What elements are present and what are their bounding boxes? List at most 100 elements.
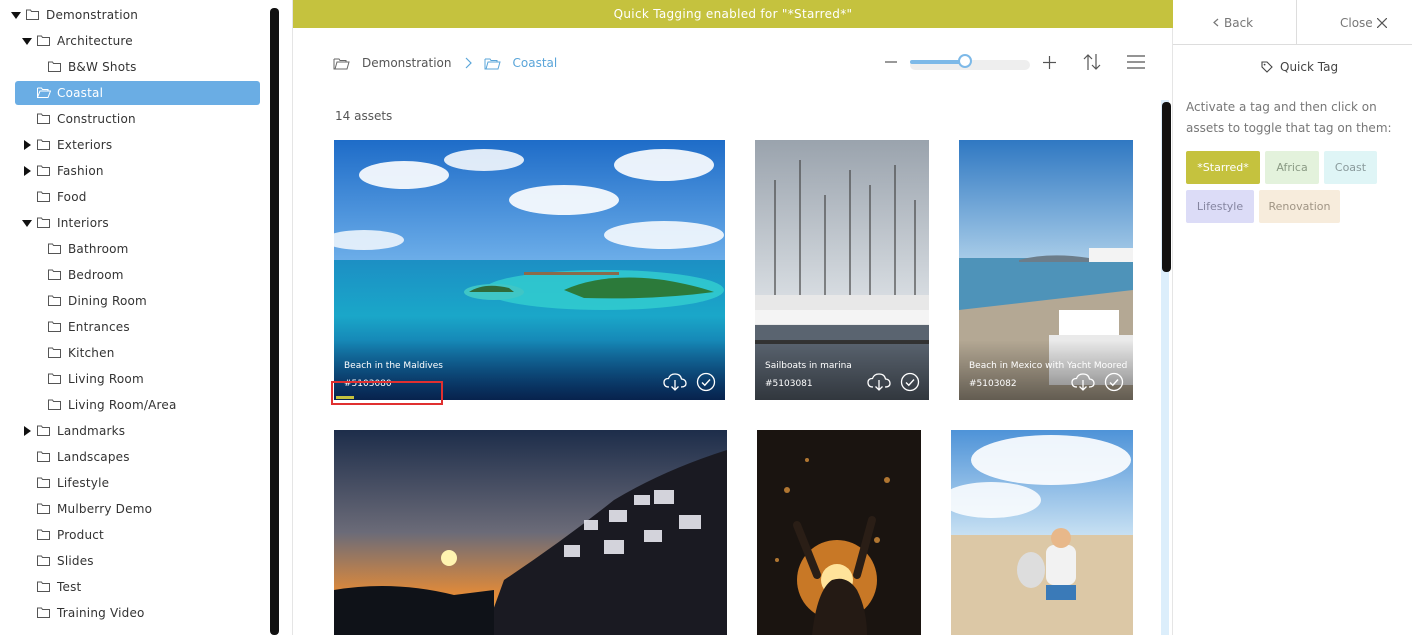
folder-tree-item[interactable]: Coastal [15,81,260,105]
folder-tree-item[interactable]: Test [21,575,260,599]
asset-card[interactable]: Beach in Mexico with Yacht Moored #510308… [959,140,1133,400]
folder-tree-item[interactable]: Entrances [32,315,260,339]
folder-tree-label: Landscapes [57,450,130,464]
folder-tree-label: Living Room/Area [68,398,177,412]
folder-tree-item[interactable]: Product [21,523,260,547]
folder-tree-item[interactable]: B&W Shots [32,55,260,79]
folder-tree-label: Slides [57,554,94,568]
chevron-right-icon [464,57,472,69]
folder-tree-label: Architecture [57,34,133,48]
tag-chip[interactable]: Africa [1265,151,1319,184]
zoom-slider-fill [910,60,966,64]
folder-tree-label: Lifestyle [57,476,110,490]
caret-down-icon[interactable] [21,219,33,227]
asset-title: Beach in Mexico with Yacht Moored [969,361,1128,371]
caret-right-icon[interactable] [21,166,33,176]
folder-icon [48,373,62,385]
folder-tree-item[interactable]: Training Video [21,601,260,625]
tag-chip[interactable]: Renovation [1259,190,1340,223]
folder-tree-item[interactable]: Construction [21,107,260,131]
folder-tree-item[interactable]: Kitchen [32,341,260,365]
folder-tree-item[interactable]: Living Room/Area [32,393,260,417]
folder-tree-item[interactable]: Mulberry Demo [21,497,260,521]
caret-right-icon[interactable] [21,140,33,150]
select-check-icon[interactable] [1102,372,1126,392]
sort-icon [1083,53,1101,71]
folder-icon [37,139,51,151]
folder-tree-label: Interiors [57,216,109,230]
folder-tree-item[interactable]: Demonstration [10,3,260,27]
zoom-slider[interactable] [910,54,1030,70]
folder-tree-item[interactable]: Lifestyle [21,471,260,495]
folder-icon [26,9,40,21]
folder-icon [37,451,51,463]
close-button[interactable]: Close [1298,0,1412,45]
menu-button[interactable] [1124,50,1148,74]
caret-down-icon[interactable] [21,37,33,45]
select-check-icon[interactable] [694,372,718,392]
tag-chip[interactable]: Coast [1324,151,1377,184]
caret-down-icon[interactable] [10,11,22,19]
asset-card[interactable]: Beach in the Maldives #5103080 [334,140,725,400]
tag-chip[interactable]: Lifestyle [1186,190,1254,223]
grid-toolbar [880,50,1148,74]
folder-tree-item[interactable]: Architecture [21,29,260,53]
folder-tree-item[interactable]: Landmarks [21,419,260,443]
download-icon[interactable] [867,372,891,392]
asset-card[interactable]: Sailboats in marina #5103081 [755,140,929,400]
folder-icon [37,477,51,489]
quick-tag-description: Activate a tag and then click on assets … [1186,100,1392,135]
folder-tree-label: Kitchen [68,346,115,360]
caret-right-icon[interactable] [21,426,33,436]
asset-thumbnail [757,430,921,635]
quick-tag-title-text: Quick Tag [1280,60,1339,74]
folder-tree-label: Training Video [57,606,145,620]
asset-card[interactable] [334,430,727,635]
folder-open-icon [37,87,51,99]
folder-tree-label: B&W Shots [68,60,137,74]
close-icon [1376,17,1387,28]
panel-header: Back Close [1173,0,1412,45]
folder-tree-item[interactable]: Bathroom [32,237,260,261]
folder-tree-label: Construction [57,112,136,126]
asset-card[interactable] [757,430,921,635]
select-check-icon[interactable] [898,372,922,392]
folder-icon [37,113,51,125]
asset-id: #5103082 [969,379,1017,389]
folder-tree-label: Coastal [57,86,104,100]
main-scrollbar-thumb[interactable] [1162,102,1171,272]
folder-tree-item[interactable]: Food [21,185,260,209]
sidebar-scrollbar[interactable] [270,8,279,635]
tag-chip[interactable]: *Starred* [1186,151,1260,184]
folder-tree-item[interactable]: Slides [21,549,260,573]
folder-icon [37,35,51,47]
breadcrumb-current-label: Coastal [512,56,558,70]
asset-card[interactable] [951,430,1133,635]
asset-thumbnail [334,430,727,635]
folder-tree-item[interactable]: Interiors [21,211,260,235]
breadcrumb-current[interactable]: Coastal [484,56,558,70]
zoom-in-button[interactable] [1038,51,1060,73]
folder-tree-label: Test [57,580,82,594]
download-icon[interactable] [1071,372,1095,392]
sort-button[interactable] [1080,50,1104,74]
folder-tree-item[interactable]: Exteriors [21,133,260,157]
breadcrumb-root[interactable]: Demonstration [333,56,452,70]
folder-tree-item[interactable]: Living Room [32,367,260,391]
folder-tree-item[interactable]: Dining Room [32,289,260,313]
zoom-out-button[interactable] [880,51,902,73]
folder-icon [48,347,62,359]
folder-tree-label: Fashion [57,164,104,178]
breadcrumb: Demonstration Coastal [333,56,557,70]
folder-tree-item[interactable]: Fashion [21,159,260,183]
back-button[interactable]: Back [1173,0,1297,45]
asset-count: 14 assets [335,109,393,123]
folder-tree-label: Mulberry Demo [57,502,153,516]
folder-icon [37,217,51,229]
folder-icon [37,529,51,541]
folder-tree-item[interactable]: Landscapes [21,445,260,469]
folder-tree-label: Living Room [68,372,144,386]
folder-tree-item[interactable]: Bedroom [32,263,260,287]
download-icon[interactable] [663,372,687,392]
quick-tag-title: Quick Tag [1261,60,1338,74]
